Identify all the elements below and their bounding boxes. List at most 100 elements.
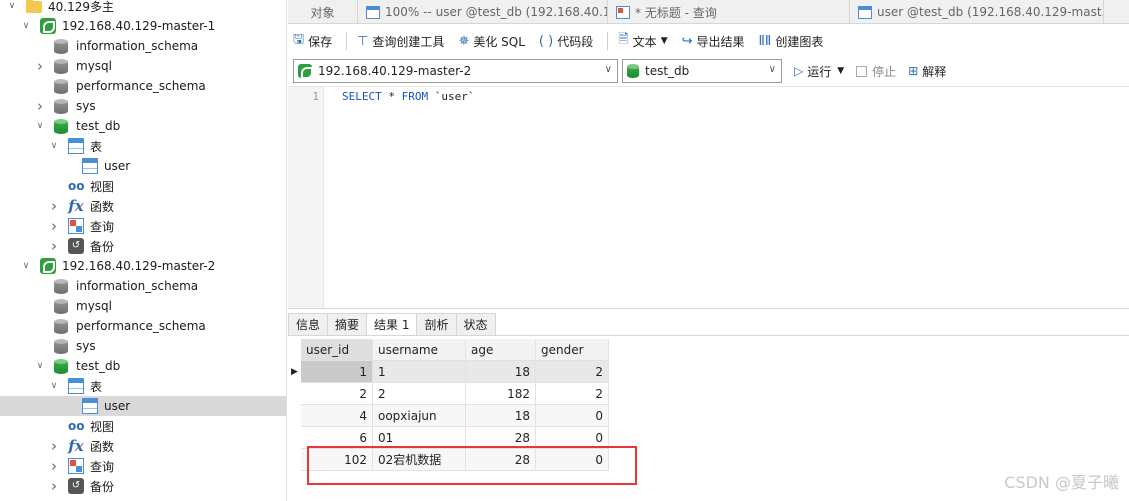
query-icon xyxy=(68,458,84,474)
query-icon xyxy=(68,218,84,234)
table-icon xyxy=(68,378,84,394)
chevron-down-icon[interactable]: ∨ xyxy=(6,0,18,16)
table-cell[interactable]: oopxiajun xyxy=(373,405,466,427)
tree-item-query[interactable]: › 查询 xyxy=(0,456,286,476)
tree-item-backup[interactable]: › ↺ 备份 xyxy=(0,476,286,496)
chevron-right-icon[interactable]: › xyxy=(48,196,60,216)
code-snippet-button[interactable]: ( ) 代码段 xyxy=(539,33,593,50)
tree-item-view[interactable]: oo 视图 xyxy=(0,176,286,196)
create-chart-button[interactable]: ⅡⅡ 创建图表 xyxy=(759,33,824,50)
result-tab[interactable]: 剖析 xyxy=(417,313,457,336)
result-tab[interactable]: 摘要 xyxy=(328,313,368,336)
table-cell[interactable]: 0 xyxy=(536,405,609,427)
tree-item-query[interactable]: › 查询 xyxy=(0,216,286,236)
chevron-down-icon[interactable]: ∨ xyxy=(48,376,60,396)
query-builder-button[interactable]: ⊤ 查询创建工具 xyxy=(357,33,444,50)
sql-identifier: `user` xyxy=(428,90,475,103)
table-cell[interactable]: 2 xyxy=(536,361,609,383)
tree-item-folder[interactable]: ∨ 40.129多主 xyxy=(0,0,286,16)
stop-button[interactable]: 停止 xyxy=(856,63,896,80)
table-cell[interactable]: 1 xyxy=(373,361,466,383)
database-select[interactable]: test_db ∨ xyxy=(622,59,782,83)
table-cell[interactable]: 18 xyxy=(466,361,536,383)
tree-item-db-gray[interactable]: › sys xyxy=(0,96,286,116)
tree-item-table[interactable]: ∨ 表 xyxy=(0,376,286,396)
result-tab[interactable]: 信息 xyxy=(288,313,329,336)
tree-item-db-gray[interactable]: performance_schema xyxy=(0,76,286,96)
chevron-right-icon[interactable]: › xyxy=(48,456,60,476)
document-tab[interactable]: 100% -- user @test_db (192.168.40.1... xyxy=(358,0,608,24)
chevron-right-icon[interactable]: › xyxy=(48,216,60,236)
result-tab[interactable]: 结果 1 xyxy=(367,313,418,336)
braces-icon: ( ) xyxy=(538,33,554,49)
tree-item-backup[interactable]: › ↺ 备份 xyxy=(0,236,286,256)
backup-icon: ↺ xyxy=(68,478,84,494)
chevron-down-icon[interactable]: ∨ xyxy=(34,356,46,376)
table-row[interactable]: ▶ 1 1 18 2 xyxy=(288,361,609,383)
sql-code[interactable]: SELECT * FROM `user` xyxy=(342,90,474,103)
tree-item-db-gray[interactable]: performance_schema xyxy=(0,316,286,336)
save-button[interactable]: 🖫 保存 xyxy=(293,30,332,52)
query-icon xyxy=(616,5,630,19)
tree-item-label: test_db xyxy=(76,119,121,133)
tree-item-db-gray[interactable]: information_schema xyxy=(0,276,286,296)
row-indicator xyxy=(288,383,301,405)
table-row[interactable]: 2 2 182 2 xyxy=(288,383,609,405)
result-tab[interactable]: 状态 xyxy=(456,313,496,336)
connection-bar: 192.168.40.129-master-2 ∨ test_db ∨ ▷ 运行 ▼… xyxy=(288,57,1129,85)
tree-item-db-gray[interactable]: sys xyxy=(0,336,286,356)
text-dropdown-button[interactable]: 🗎 文本 ▼ xyxy=(618,30,667,52)
table-row[interactable]: 4 oopxiajun 18 0 xyxy=(288,405,609,427)
tree-item-db-gray[interactable]: information_schema xyxy=(0,36,286,56)
connection-select[interactable]: 192.168.40.129-master-2 ∨ xyxy=(293,59,618,83)
chevron-right-icon[interactable]: › xyxy=(48,436,60,456)
chevron-right-icon[interactable]: › xyxy=(48,476,60,496)
chevron-down-icon[interactable]: ∨ xyxy=(20,16,32,36)
document-tab[interactable]: * 无标题 - 查询 xyxy=(608,0,850,24)
chevron-down-icon[interactable]: ∨ xyxy=(20,256,32,276)
tree-item-connection[interactable]: ∨ 192.168.40.129-master-1 xyxy=(0,16,286,36)
database-icon xyxy=(54,58,68,74)
tree-item-db-green[interactable]: ∨ test_db xyxy=(0,356,286,376)
database-icon xyxy=(54,38,68,54)
explain-button[interactable]: ⊞ 解释 xyxy=(908,63,946,80)
run-button[interactable]: ▷ 运行 ▼ xyxy=(794,63,844,80)
table-cell[interactable]: 2 xyxy=(373,383,466,405)
tree-item-table[interactable]: user xyxy=(0,396,286,416)
table-cell[interactable]: 2 xyxy=(301,383,373,405)
explain-icon: ⊞ xyxy=(908,64,919,78)
tree-item-table[interactable]: user xyxy=(0,156,286,176)
chevron-right-icon[interactable]: › xyxy=(34,96,46,116)
tab-label: 对象 xyxy=(310,5,335,20)
query-pane: 对象 100% -- user @test_db (192.168.40.1...… xyxy=(288,0,1129,501)
tree-item-table[interactable]: ∨ 表 xyxy=(0,136,286,156)
column-header[interactable]: user_id xyxy=(301,339,373,361)
tree-item-db-gray[interactable]: › mysql xyxy=(0,56,286,76)
document-tab[interactable]: 对象 xyxy=(288,0,358,24)
column-header[interactable]: gender xyxy=(536,339,609,361)
export-results-button[interactable]: ↪ 导出结果 xyxy=(682,33,745,50)
document-tab[interactable]: user @test_db (192.168.40.129-mast... xyxy=(850,0,1104,24)
chevron-down-icon[interactable]: ∨ xyxy=(34,116,46,136)
tree-item-function[interactable]: › fx 函数 xyxy=(0,436,286,456)
beautify-sql-button[interactable]: ✵ 美化 SQL xyxy=(458,33,524,50)
tree-item-db-gray[interactable]: mysql xyxy=(0,296,286,316)
chevron-right-icon[interactable]: › xyxy=(48,236,60,256)
column-header[interactable]: age xyxy=(466,339,536,361)
column-header[interactable]: username xyxy=(373,339,466,361)
chevron-right-icon[interactable]: › xyxy=(34,56,46,76)
watermark: CSDN @夏子曦 xyxy=(1004,473,1119,492)
table-cell[interactable]: 2 xyxy=(536,383,609,405)
table-cell[interactable]: 1 xyxy=(301,361,373,383)
tree-item-function[interactable]: › fx 函数 xyxy=(0,196,286,216)
tree-item-view[interactable]: oo 视图 xyxy=(0,416,286,436)
table-cell[interactable]: 182 xyxy=(466,383,536,405)
tree-item-db-green[interactable]: ∨ test_db xyxy=(0,116,286,136)
table-cell[interactable]: 18 xyxy=(466,405,536,427)
table-cell[interactable]: 4 xyxy=(301,405,373,427)
sql-editor[interactable]: 1 SELECT * FROM `user` xyxy=(288,86,1129,309)
tree-item-connection[interactable]: ∨ 192.168.40.129-master-2 xyxy=(0,256,286,276)
chevron-down-icon[interactable]: ∨ xyxy=(48,136,60,156)
table-icon xyxy=(366,5,380,19)
database-icon xyxy=(54,298,68,314)
